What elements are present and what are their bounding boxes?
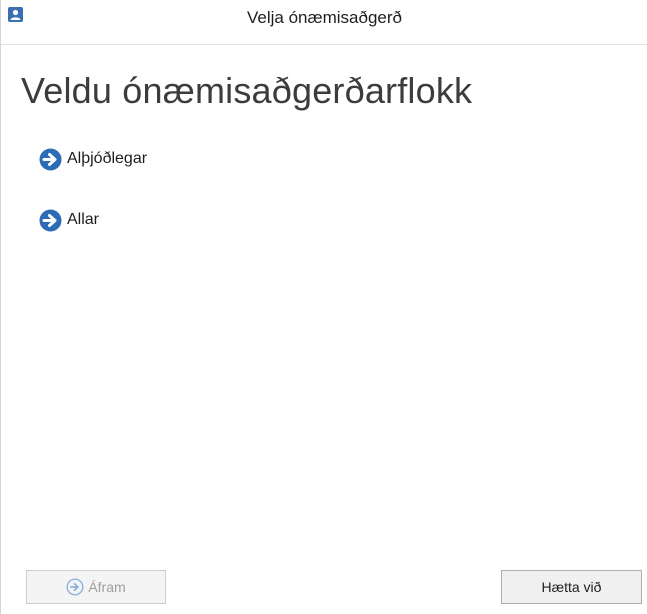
title-bar: Velja ónæmisaðgerð <box>1 0 647 45</box>
next-button[interactable]: Áfram <box>26 570 166 604</box>
option-all[interactable]: Allar <box>39 206 99 234</box>
arrow-right-circle-icon <box>39 148 62 171</box>
window-title: Velja ónæmisaðgerð <box>247 8 402 27</box>
option-label: Allar <box>67 211 100 228</box>
cancel-button[interactable]: Hætta við <box>501 570 642 604</box>
dialog-window: Velja ónæmisaðgerð Veldu ónæmisaðgerðarf… <box>0 0 647 614</box>
option-international[interactable]: Alþjóðlegar <box>39 145 147 173</box>
cancel-button-label: Hætta við <box>541 579 602 595</box>
arrow-right-circle-icon <box>39 209 62 232</box>
next-button-label: Áfram <box>88 579 126 595</box>
option-label: Alþjóðlegar <box>67 150 148 167</box>
arrow-right-circle-icon <box>66 578 84 596</box>
page-heading: Veldu ónæmisaðgerðarflokk <box>21 70 473 111</box>
